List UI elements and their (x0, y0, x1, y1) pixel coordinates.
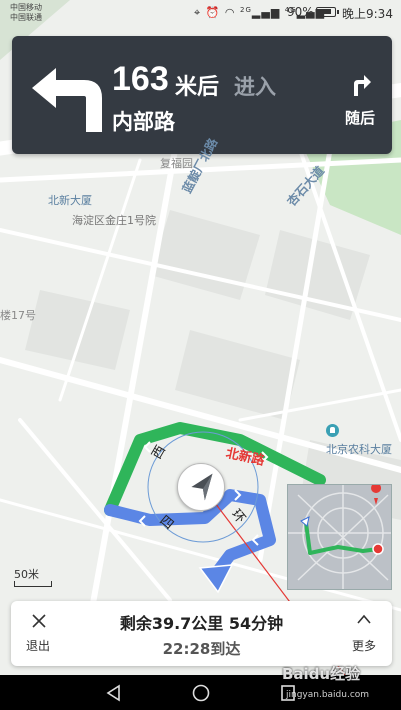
arrival-time: 22:28到达 (162, 640, 241, 658)
trip-summary-panel: 退出 剩余39.7公里 54分钟 22:28到达 更多 (11, 601, 392, 666)
nav-instruction-card[interactable]: 163 米后 进入 内部路 随后 (12, 36, 392, 154)
chevron-up-icon (357, 614, 371, 624)
navigation-arrow-icon (191, 473, 213, 501)
remaining-distance-time: 剩余39.7公里 54分钟 (119, 614, 284, 633)
action-label: 进入 (234, 75, 276, 99)
current-location-marker[interactable] (177, 463, 225, 511)
clock: 晚上9:34 (342, 7, 393, 21)
battery-fill (318, 9, 331, 14)
map-label: 楼17号 (0, 309, 36, 322)
watermark: Baidu经验 (282, 665, 361, 683)
scale-label: 50米 (14, 568, 39, 581)
more-label: 更多 (352, 639, 377, 653)
map-label: 北京农科大厦 (326, 443, 392, 456)
map-label: 海淀区金庄1号院 (72, 214, 156, 227)
distance-value: 163 (112, 60, 169, 98)
status-bar: 中国移动 中国联通 ⌖ ⏰ ◠ 2G▂▄▆ 4G▂▄▆ 90% 晚上9:34 (0, 0, 401, 28)
network-label-1: 2G (240, 6, 252, 14)
overview-minimap[interactable] (287, 484, 392, 590)
road-name: 内部路 (112, 110, 175, 134)
scale-bar (14, 581, 52, 587)
battery-percent: 90% (287, 5, 314, 19)
next-turn-label: 随后 (345, 109, 376, 127)
wifi-icon: ◠ (224, 6, 236, 19)
poi-nongke[interactable] (326, 423, 342, 438)
distance-unit: 米后 (175, 75, 220, 100)
more-button[interactable]: 更多 (336, 601, 392, 666)
carrier-1: 中国移动 (10, 3, 42, 12)
signal-icon: ▂▄▆ (251, 6, 281, 19)
watermark-sub: jingyan.baidu.com (286, 690, 370, 700)
minimap-graphic (288, 485, 391, 589)
poi-icon (326, 423, 339, 437)
battery-icon (316, 7, 339, 17)
alarm-icon: ⏰ (205, 6, 221, 19)
location-icon: ⌖ (194, 6, 202, 19)
map-label: 北新大厦 (48, 194, 92, 207)
turn-left-icon (32, 68, 102, 132)
back-icon[interactable] (104, 683, 124, 703)
minimap-destination-icon (372, 543, 384, 555)
home-icon[interactable] (191, 683, 211, 703)
turn-right-icon (354, 75, 371, 96)
carrier-2: 中国联通 (10, 13, 42, 22)
